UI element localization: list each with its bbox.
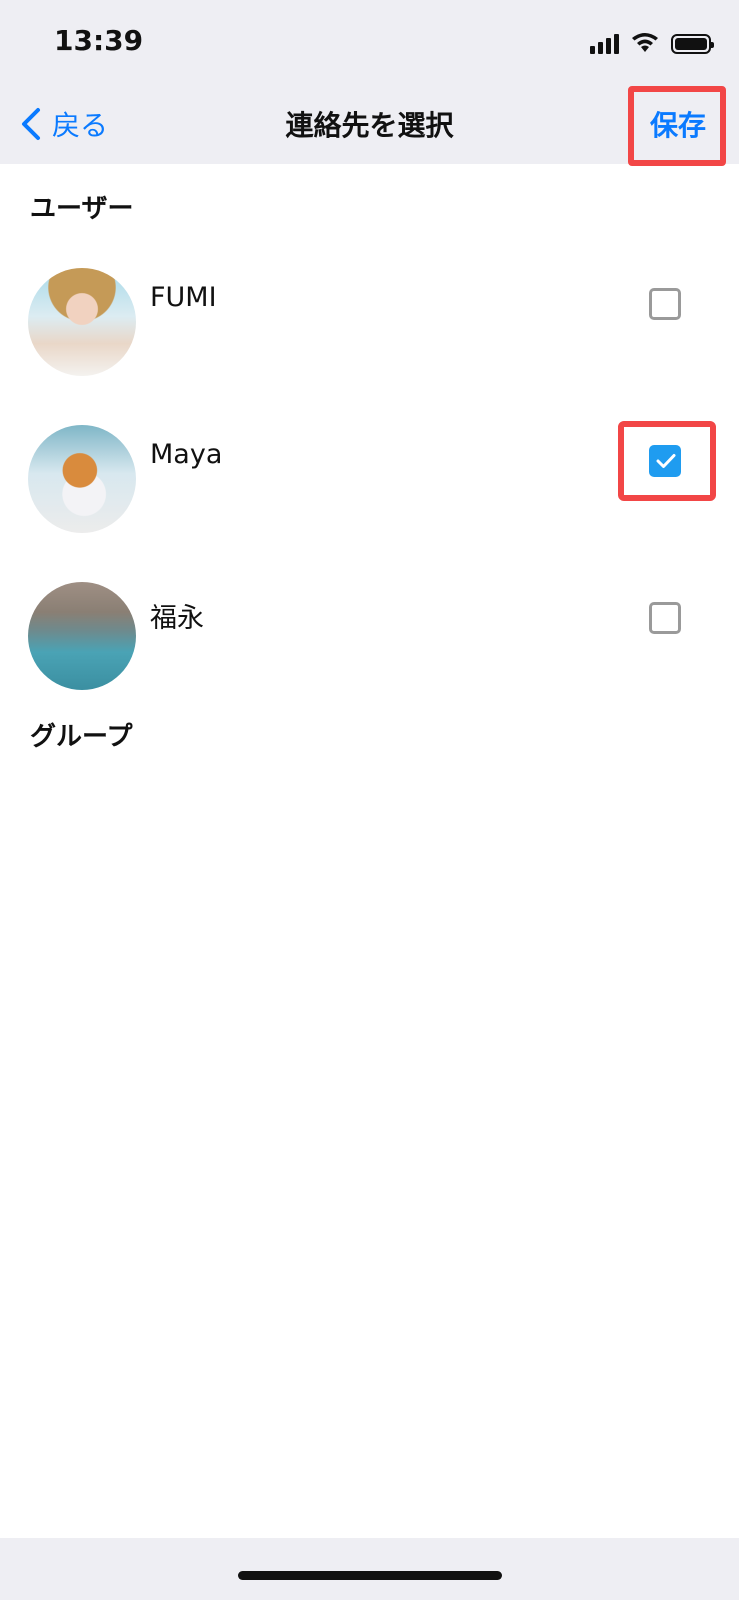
save-button[interactable]: 保存 [646,104,710,144]
list-item-user[interactable]: FUMI [0,268,739,378]
user-name: FUMI [150,282,217,313]
checkmark-icon [656,454,676,468]
avatar [28,425,136,533]
user-checkbox[interactable] [649,602,681,634]
avatar [28,268,136,376]
user-checkbox[interactable] [649,445,681,477]
user-checkbox[interactable] [649,288,681,320]
status-time: 13:39 [54,24,144,57]
battery-icon [671,34,714,54]
user-name: Maya [150,439,223,470]
avatar [28,582,136,690]
list-item-user[interactable]: 福永 [0,582,739,692]
list-item-user[interactable]: Maya [0,421,739,535]
header-area: 13:39 戻る 連絡先を選択 保存 [0,0,739,166]
users-section-header: ユーザー [30,194,134,224]
status-icons [590,30,714,54]
bottom-bar [0,1538,739,1600]
cellular-signal-icon [590,32,619,54]
contact-picker-screen: 13:39 戻る 連絡先を選択 保存 ユーザー FUMI Maya 福永 グルー… [0,0,739,1600]
groups-section-header: グループ [30,722,133,752]
wifi-icon [632,33,658,52]
home-indicator[interactable] [238,1571,502,1580]
user-name: 福永 [150,603,204,634]
